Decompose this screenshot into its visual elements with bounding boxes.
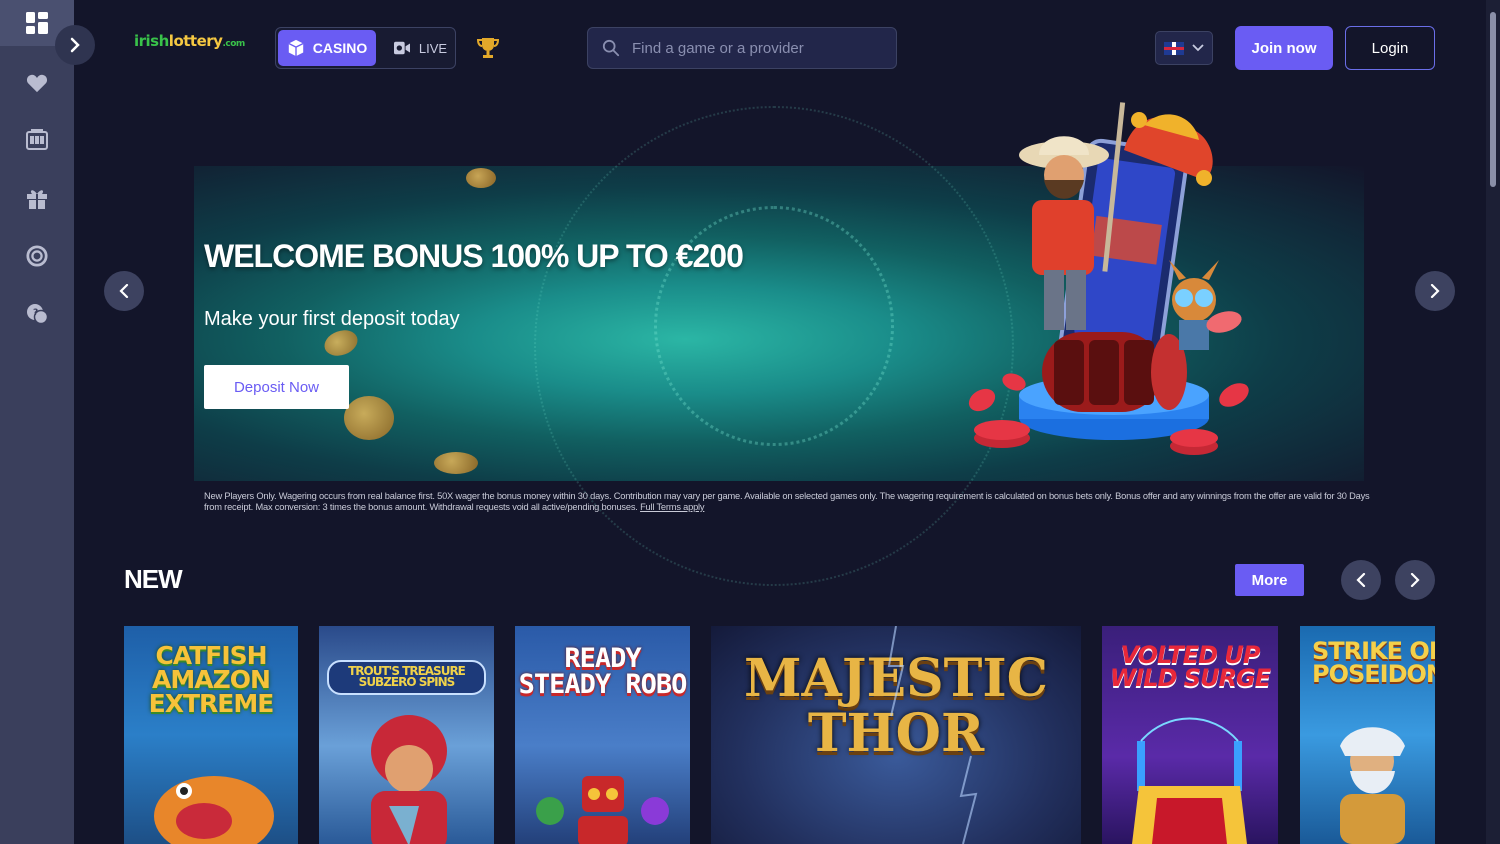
chevron-down-icon [1192,44,1204,52]
sidebar-item-casino[interactable] [22,125,52,155]
poseidon-illustration [1340,727,1405,844]
banner-title: WELCOME BONUS 100% UP TO €200 [204,238,744,274]
cube-icon [288,39,304,57]
game-card-title: READY STEADY ROBO [518,643,688,700]
banner-next-button[interactable] [1415,271,1455,311]
chevron-right-icon [1430,284,1440,298]
tab-casino[interactable]: CASINO [278,30,376,66]
game-card-title: TROUT'S TREASURE SUBZERO SPINS [327,660,486,695]
slot-machine-illustration [1042,332,1187,412]
coin-decoration [344,396,394,440]
tournaments-link[interactable] [476,36,500,60]
casino-icon [26,129,48,150]
lifebuoy-icon [26,245,48,267]
section-title-new: NEW [124,564,183,594]
tab-live[interactable]: LIVE [386,30,454,66]
game-card-title: CATFISH AMAZON EXTREME [148,641,275,718]
logo-text-green: irish [134,32,169,50]
full-terms-link[interactable]: Full Terms apply [640,502,705,512]
scrollbar-thumb[interactable] [1490,12,1496,187]
search-icon [602,39,620,57]
coin-decoration [466,168,496,188]
more-button[interactable]: More [1235,564,1304,596]
sidebar-item-help[interactable] [22,241,52,271]
grid-icon [26,12,48,34]
games-next-button[interactable] [1395,560,1435,600]
language-selector[interactable] [1155,31,1213,65]
game-card[interactable]: VOLTED UP WILD SURGE [1102,626,1278,844]
tab-live-label: LIVE [418,40,448,56]
robot-illustration [536,776,669,844]
sidebar-item-support[interactable]: ? [22,299,52,329]
sidebar-item-favorites[interactable] [22,68,52,98]
bonus-terms-text: New Players Only. Wagering occurs from r… [204,491,1370,512]
coin-decoration [434,452,478,474]
page-scrollbar[interactable] [1486,0,1500,844]
banner-subtitle: Make your first deposit today [204,308,460,330]
sidebar-item-promotions[interactable] [22,183,52,213]
svg-text:?: ? [33,308,38,318]
live-camera-icon [393,41,410,55]
coin-decoration [320,325,362,361]
deposit-now-button[interactable]: Deposit Now [204,365,349,409]
sidebar-toggle-button[interactable] [55,25,95,65]
logo-text-gold: lottery [168,32,223,50]
chat-icon: ? [27,304,49,325]
game-card[interactable]: MAJESTIC THOR [711,626,1081,844]
main-content: irishlottery.com CASINO LIVE Join now Lo… [74,0,1486,844]
game-card[interactable]: STRIKE OF POSEIDON [1300,626,1435,844]
chevron-right-icon [70,37,80,53]
banner-artwork [968,102,1249,455]
uk-flag-icon [1164,41,1184,55]
game-card[interactable]: CATFISH AMAZON EXTREME [124,626,298,844]
fisherman-illustration [371,715,447,844]
gift-icon [27,190,47,209]
product-tabs: CASINO LIVE [275,27,456,69]
login-button[interactable]: Login [1345,26,1435,70]
chevron-left-icon [1356,573,1366,587]
bonus-terms: New Players Only. Wagering occurs from r… [204,491,1384,513]
chevron-left-icon [119,284,129,298]
heart-icon [26,74,48,93]
logo-suffix: .com [222,39,245,49]
voltage-meter-illustration [1132,717,1247,844]
trophy-icon [476,38,500,58]
banner-prev-button[interactable] [104,271,144,311]
sidebar: ? [0,0,74,844]
game-card-title: STRIKE OF POSEIDON [1312,637,1435,688]
game-card-title: VOLTED UP WILD SURGE [1109,641,1271,692]
lightning-decoration [887,626,978,844]
game-card[interactable]: READY STEADY ROBO [515,626,690,844]
catfish-illustration [154,776,274,844]
games-prev-button[interactable] [1341,560,1381,600]
join-now-button[interactable]: Join now [1235,26,1333,70]
game-card[interactable]: TROUT'S TREASURE SUBZERO SPINS [319,626,494,844]
search-bar [587,27,897,69]
tab-casino-label: CASINO [312,40,368,56]
chevron-right-icon [1410,573,1420,587]
alien-illustration [1169,260,1219,350]
search-input[interactable] [632,39,872,57]
site-logo[interactable]: irishlottery.com [134,32,245,50]
